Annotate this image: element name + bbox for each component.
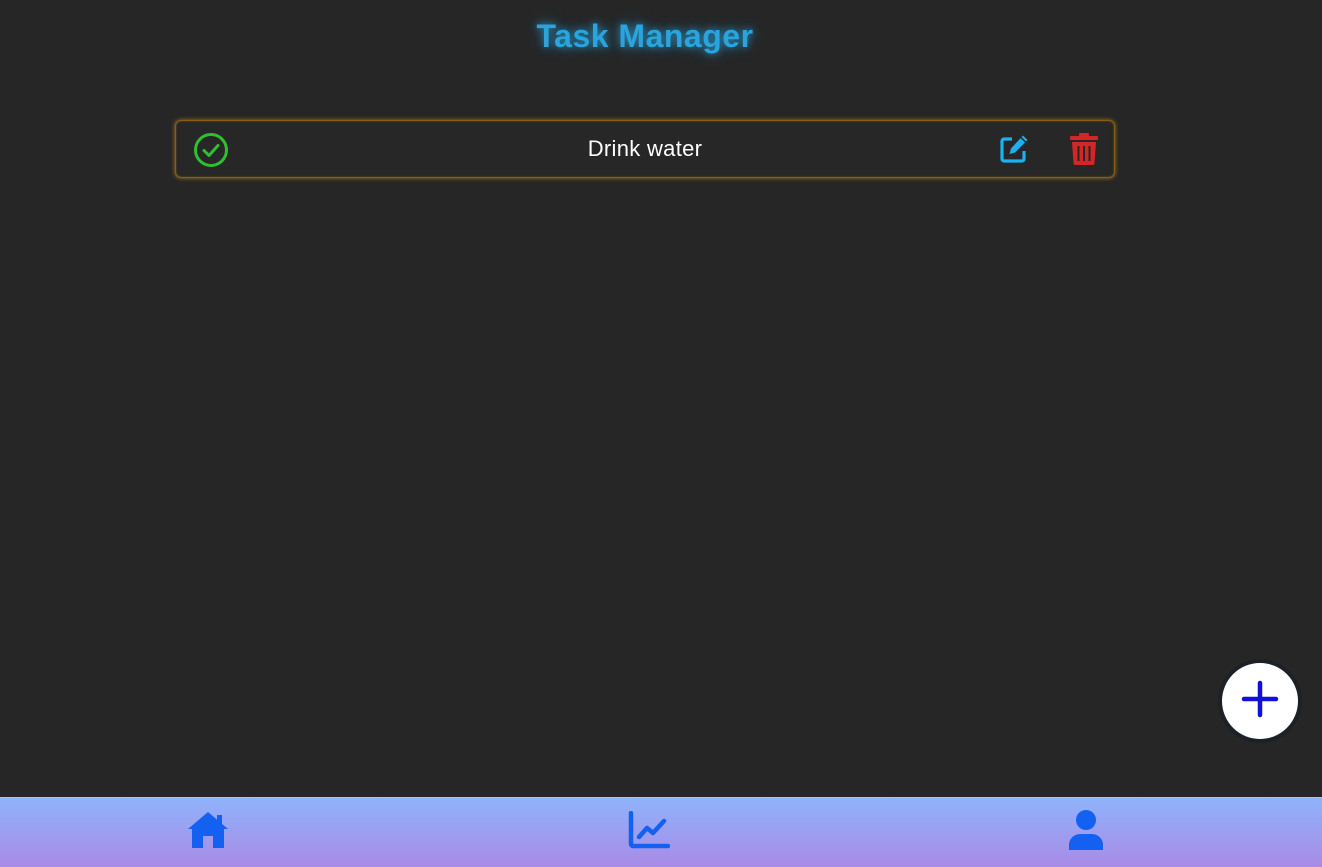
check-circle-icon[interactable] (193, 132, 229, 168)
user-icon (1066, 809, 1106, 856)
page-title: Task Manager (536, 18, 754, 54)
add-task-button[interactable] (1222, 663, 1298, 739)
edit-icon[interactable] (998, 133, 1030, 165)
bottom-nav (0, 797, 1322, 867)
trash-icon[interactable] (1069, 132, 1099, 166)
app-root: Task Manager Drink water (0, 0, 1322, 867)
task-item: Drink water (175, 120, 1115, 178)
task-text: Drink water (587, 136, 703, 161)
nav-profile[interactable] (1063, 809, 1109, 856)
task-list: Drink water (175, 120, 1115, 178)
home-icon (186, 810, 230, 855)
nav-home[interactable] (185, 810, 231, 854)
nav-stats[interactable] (626, 810, 672, 854)
chart-line-icon (628, 810, 671, 854)
plus-icon (1241, 680, 1279, 723)
